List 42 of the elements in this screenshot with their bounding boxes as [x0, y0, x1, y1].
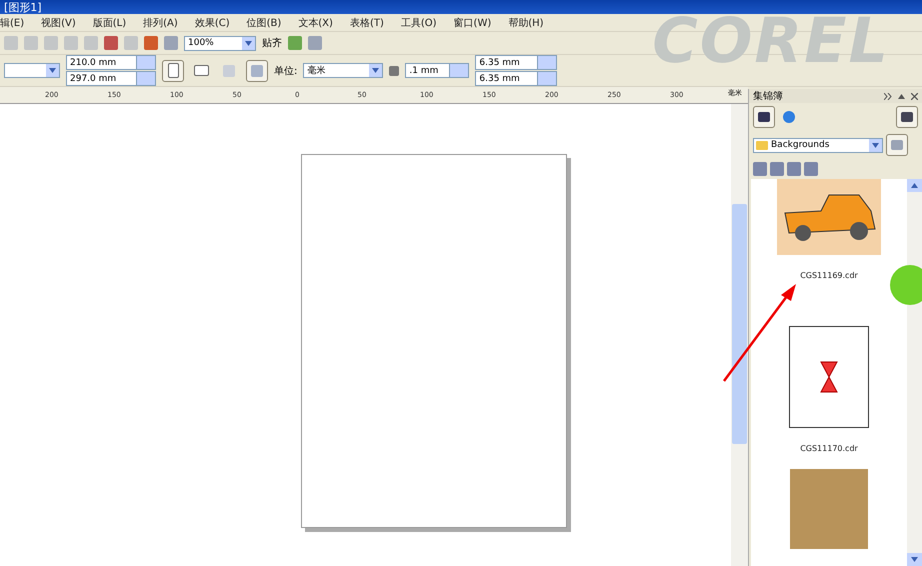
truck-thumbnail[interactable]	[777, 179, 881, 255]
menu-item[interactable]: 辑(E)	[0, 16, 24, 30]
menu-item[interactable]: 窗口(W)	[454, 16, 492, 30]
menu-item[interactable]: 效果(C)	[194, 16, 230, 30]
folder-dropdown[interactable]: Backgrounds	[753, 138, 883, 152]
docker-title: 集锦簿	[753, 90, 783, 103]
hourglass-icon	[819, 360, 839, 394]
snap-label[interactable]: 贴齐	[262, 36, 282, 50]
menu-item[interactable]: 视图(V)	[41, 16, 76, 30]
expand-icon[interactable]	[884, 92, 892, 100]
window-title: [图形1]	[4, 2, 42, 14]
unit-dropdown[interactable]: 毫米	[303, 63, 384, 78]
duplicate-y-field[interactable]: 6.35 mm	[475, 71, 558, 86]
close-icon[interactable]	[911, 92, 918, 100]
menu-item[interactable]: 排列(A)	[143, 16, 178, 30]
collapse-icon[interactable]	[898, 94, 905, 98]
menu-item[interactable]: 位图(B)	[246, 16, 282, 30]
menu-item[interactable]: 版面(L)	[92, 16, 126, 30]
up-arrow-icon[interactable]	[911, 183, 918, 188]
list-scrollbar[interactable]	[907, 179, 922, 566]
menu-item[interactable]: 工具(O)	[400, 16, 437, 30]
file-caption: CGS11170.cdr	[800, 444, 858, 453]
unit-label: 单位:	[274, 64, 298, 78]
paper-dropdown[interactable]	[4, 63, 60, 78]
down-arrow-icon[interactable]	[911, 557, 918, 562]
menu-item[interactable]: 表格(T)	[350, 16, 384, 30]
document-thumbnail[interactable]	[789, 326, 869, 428]
page-layout-button[interactable]	[246, 60, 268, 82]
vertical-scrollbar[interactable]	[731, 104, 748, 566]
down-arrow-icon[interactable]	[872, 142, 879, 148]
zoom-dropdown[interactable]: 100%	[184, 36, 256, 50]
orientation-button[interactable]	[162, 60, 184, 82]
down-arrow-icon[interactable]	[372, 68, 380, 73]
height-field[interactable]: 297.0 mm	[66, 71, 156, 86]
file-caption: CGS11169.cdr	[800, 271, 858, 280]
down-arrow-icon[interactable]	[245, 40, 252, 46]
duplicate-x-field[interactable]: 6.35 mm	[475, 55, 558, 70]
menu-item[interactable]: 文本(X)	[298, 16, 333, 30]
menu-item[interactable]: 帮助(H)	[508, 16, 544, 30]
width-field[interactable]: 210.0 mm	[66, 55, 156, 70]
down-arrow-icon[interactable]	[49, 68, 56, 73]
nudge-field[interactable]: .1 mm	[405, 63, 470, 78]
